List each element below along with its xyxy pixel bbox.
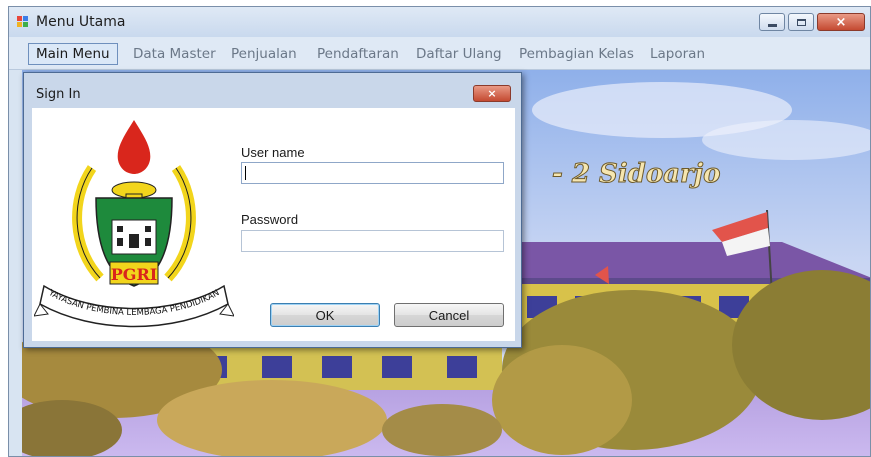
maximize-icon [796,18,806,26]
pgri-logo-icon: PGRI YAYASAN PEMBINA LEMBAGA PENDIDIKAN [33,120,235,328]
window-title: Menu Utama [36,14,126,30]
menu-item-data-master[interactable]: Data Master [126,44,223,64]
username-label: User name [241,145,305,160]
close-icon: × [835,14,847,30]
app-icon [17,16,29,28]
dialog-body: PGRI YAYASAN PEMBINA LEMBAGA PENDIDIKAN … [32,108,515,341]
menu-bar: Main Menu Data Master Penjualan Pendafta… [9,37,870,70]
menu-item-laporan[interactable]: Laporan [643,44,712,64]
dialog-title: Sign In [36,87,81,102]
close-icon: × [487,87,497,100]
ok-button[interactable]: OK [270,303,380,327]
dialog-close-button[interactable]: × [473,85,511,102]
cancel-button[interactable]: Cancel [394,303,504,327]
password-label: Password [241,212,299,227]
text-caret [245,166,246,180]
password-input[interactable] [241,230,504,252]
dialog-titlebar[interactable]: Sign In × [24,73,521,107]
menu-item-pembagian-kelas[interactable]: Pembagian Kelas [512,44,641,64]
logo-acronym: PGRI [111,265,157,284]
window-titlebar[interactable]: Menu Utama × [9,7,870,37]
menu-item-pendaftaran[interactable]: Pendaftaran [310,44,406,64]
menu-item-main-menu[interactable]: Main Menu [28,43,118,65]
menu-item-penjualan[interactable]: Penjualan [224,44,304,64]
minimize-icon [767,23,777,27]
sign-in-dialog: Sign In × PGRI YAYASAN PEMBINA LEMBAGA P… [23,72,522,348]
close-button[interactable]: × [817,13,865,31]
menu-item-daftar-ulang[interactable]: Daftar Ulang [409,44,509,64]
school-banner-text: - 2 Sidoarjo [552,159,720,189]
username-input[interactable] [241,162,504,184]
minimize-button[interactable] [759,13,785,31]
pgri-logo: PGRI YAYASAN PEMBINA LEMBAGA PENDIDIKAN [33,108,235,330]
maximize-button[interactable] [788,13,814,31]
